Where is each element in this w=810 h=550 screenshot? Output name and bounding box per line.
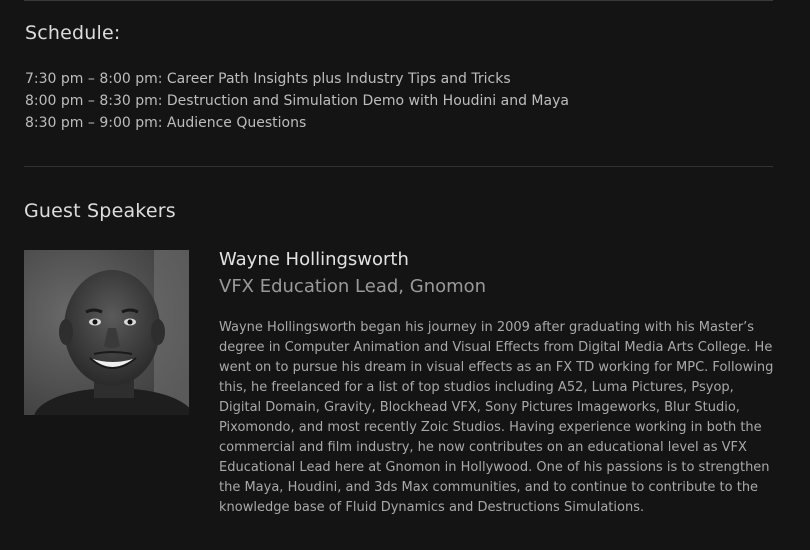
guest-speakers-heading: Guest Speakers	[24, 200, 176, 222]
schedule-heading: Schedule:	[25, 22, 121, 44]
speaker-name: Wayne Hollingsworth	[219, 249, 409, 270]
schedule-item: 7:30 pm – 8:00 pm: Career Path Insights …	[25, 71, 511, 87]
schedule-list: 7:30 pm – 8:00 pm: Career Path Insights …	[25, 68, 569, 134]
schedule-item: 8:00 pm – 8:30 pm: Destruction and Simul…	[25, 93, 569, 109]
speaker-photo	[24, 250, 189, 415]
speaker-bio: Wayne Hollingsworth began his journey in…	[219, 320, 774, 515]
schedule-item: 8:30 pm – 9:00 pm: Audience Questions	[25, 115, 307, 131]
speaker-title: VFX Education Lead, Gnomon	[219, 276, 487, 297]
top-divider	[24, 0, 773, 1]
section-divider	[24, 166, 773, 167]
